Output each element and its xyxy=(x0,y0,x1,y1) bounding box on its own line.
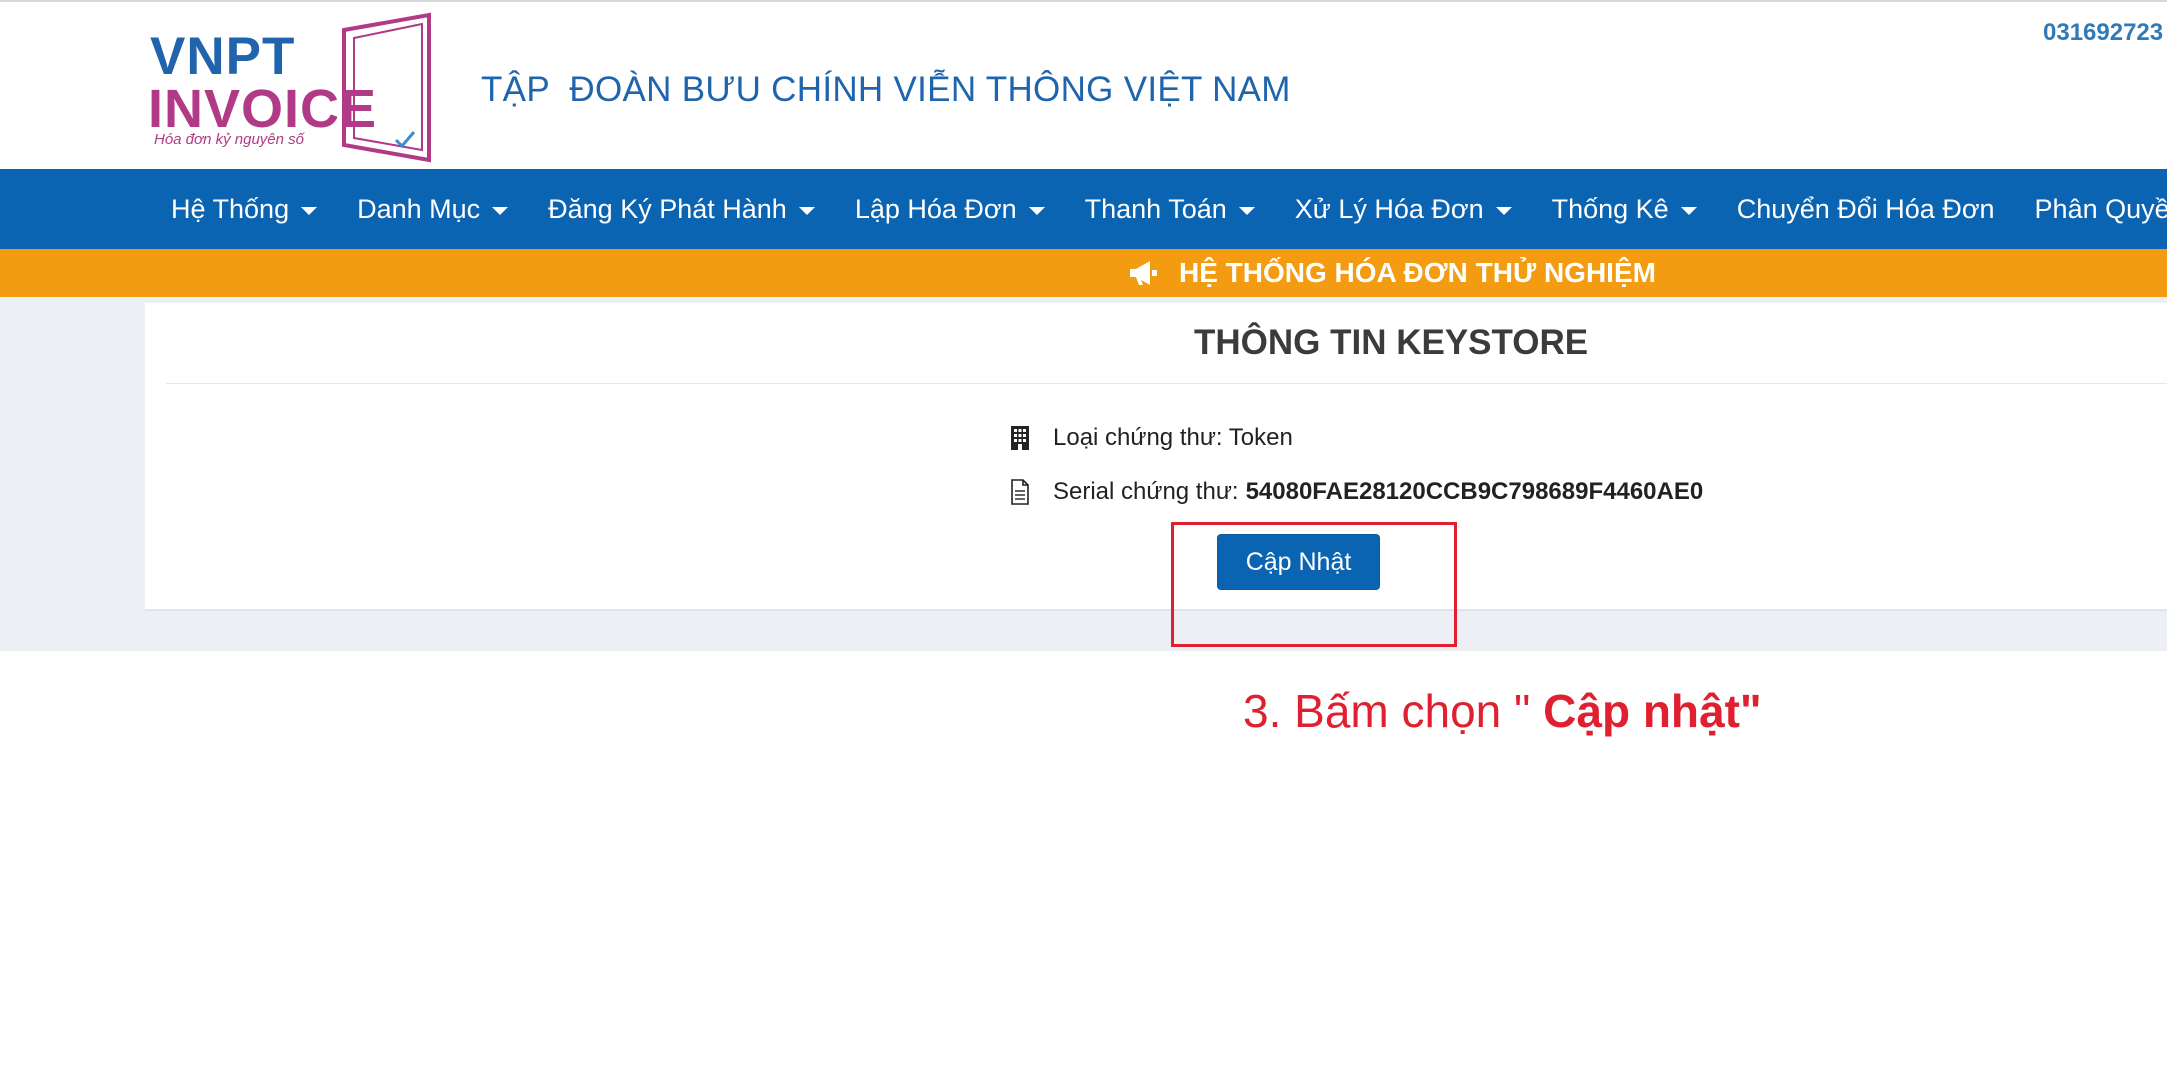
logo-text-vnpt: VNPT xyxy=(150,27,296,86)
company-name: TẬP ĐOÀN BƯU CHÍNH VIỄN THÔNG VIỆT NAM xyxy=(481,70,1291,109)
nav-item-label: Hệ Thống xyxy=(171,193,290,224)
nav-item-phan-quyen[interactable]: Phân Quyền xyxy=(2015,169,2167,249)
app-header: VNPT INVOICE Hóa đơn kỷ nguyên số TẬP ĐO… xyxy=(0,0,2167,169)
caret-down-icon xyxy=(492,206,509,215)
nav-item-chuyen-doi-hoa-don[interactable]: Chuyển Đổi Hóa Đơn xyxy=(1717,169,2015,249)
keystore-panel: THÔNG TIN KEYSTORE Loại chứng thư: Token xyxy=(145,303,2167,611)
page-title: THÔNG TIN KEYSTORE xyxy=(1194,323,1589,362)
building-icon xyxy=(1009,425,1031,451)
cert-type-label: Loại chứng thư: Token xyxy=(1053,424,1293,451)
megaphone-icon xyxy=(1130,261,1157,285)
nav-item-label: Đăng Ký Phát Hành xyxy=(548,193,787,224)
instruction-bold-text: Cập nhật" xyxy=(1543,685,1762,737)
cert-type-row: Loại chứng thư: Token xyxy=(1009,424,1293,452)
nav-item-thanh-toan[interactable]: Thanh Toán xyxy=(1065,169,1275,249)
nav-item-he-thong[interactable]: Hệ Thống xyxy=(151,169,337,249)
caret-down-icon xyxy=(1680,206,1697,215)
document-icon xyxy=(1009,479,1031,505)
nav-item-xu-ly-hoa-don[interactable]: Xử Lý Hóa Đơn xyxy=(1275,169,1532,249)
serial-value: 54080FAE28120CCB9C798689F4460AE0 xyxy=(1245,478,1704,505)
nav-item-label: Xử Lý Hóa Đơn xyxy=(1294,193,1484,224)
nav-item-label: Thống Kê xyxy=(1551,193,1669,224)
logo-text-invoice: INVOICE xyxy=(148,79,378,139)
serial-row: Serial chứng thư: 54080FAE28120CCB9C7986… xyxy=(1009,478,1703,506)
caret-down-icon xyxy=(1028,206,1045,215)
nav-item-label: Thanh Toán xyxy=(1084,193,1227,224)
nav-item-dang-ky-phat-hanh[interactable]: Đăng Ký Phát Hành xyxy=(528,169,835,249)
annotation-instruction: 3. Bấm chọn " Cập nhật" xyxy=(1243,684,1762,738)
caret-down-icon xyxy=(301,206,318,215)
serial-label: Serial chứng thư: xyxy=(1053,478,1239,505)
instruction-text: 3. Bấm chọn " xyxy=(1243,685,1544,737)
caret-down-icon xyxy=(798,206,815,215)
caret-down-icon xyxy=(1495,206,1512,215)
nav-item-label: Chuyển Đổi Hóa Đơn xyxy=(1736,193,1995,224)
nav-item-label: Danh Mục xyxy=(357,193,481,224)
logo-tagline: Hóa đơn kỷ nguyên số xyxy=(154,131,304,148)
nav-item-thong-ke[interactable]: Thống Kê xyxy=(1532,169,1717,249)
annotation-highlight-box xyxy=(1171,522,1457,647)
title-divider xyxy=(166,383,2167,384)
nav-item-danh-muc[interactable]: Danh Mục xyxy=(337,169,528,249)
caret-down-icon xyxy=(1238,206,1255,215)
tax-code-link[interactable]: 031692723 xyxy=(2043,19,2163,47)
main-navbar: Hệ Thống Danh Mục Đăng Ký Phát Hành Lập … xyxy=(0,169,2167,249)
nav-item-lap-hoa-don[interactable]: Lập Hóa Đơn xyxy=(835,169,1065,249)
test-system-banner: HỆ THỐNG HÓA ĐƠN THỬ NGHIỆM xyxy=(0,249,2167,297)
banner-text: HỆ THỐNG HÓA ĐƠN THỬ NGHIỆM xyxy=(1179,257,1656,288)
vnpt-invoice-logo[interactable]: VNPT INVOICE Hóa đơn kỷ nguyên số xyxy=(146,10,446,166)
nav-item-label: Lập Hóa Đơn xyxy=(854,193,1017,224)
nav-item-label: Phân Quyền xyxy=(2034,193,2167,224)
